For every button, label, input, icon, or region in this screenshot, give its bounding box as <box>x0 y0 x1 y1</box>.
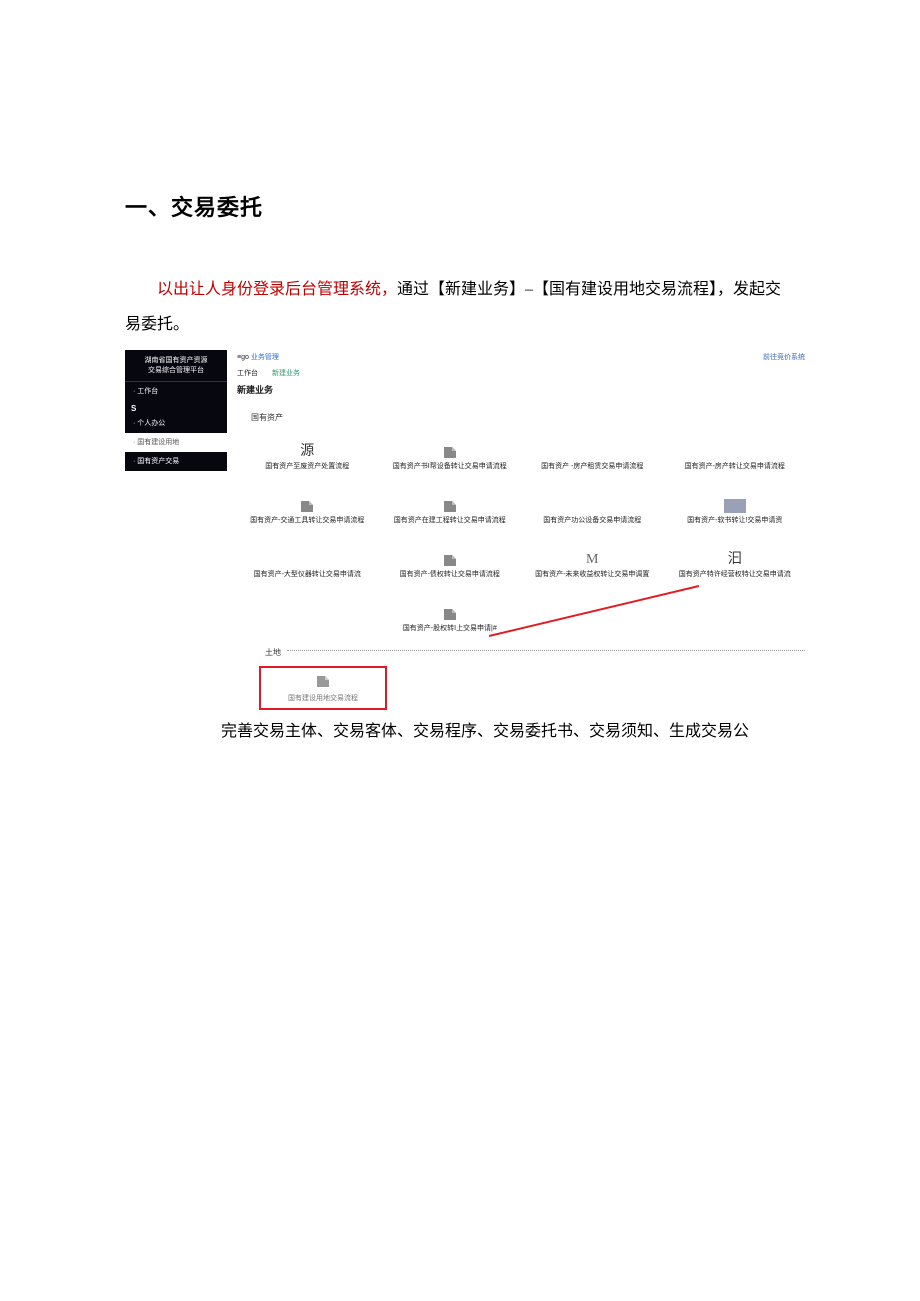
file-icon <box>442 553 458 567</box>
breadcrumb-workbench[interactable]: 工作台 <box>237 370 258 377</box>
sidebar-item-workbench[interactable]: · 工作台 <box>125 382 227 401</box>
screenshot: 湖南省国有资产资源 交易综合管理平台 · 工作台 S · 个人办公 · 国有建设… <box>125 350 805 710</box>
glyph-icon: 源 <box>300 445 314 459</box>
tile-instrument-transfer[interactable]: 国有资产-大型仪器转让交易申请流 <box>239 539 376 579</box>
file-icon <box>299 553 315 567</box>
tile-construction-transfer[interactable]: 国有资产在建工程转让交易申请流程 <box>382 485 519 525</box>
category-land-label: 土地 <box>265 647 287 658</box>
tile-waste-disposal[interactable]: 源 国有资产至废资产处置流程 <box>239 431 376 471</box>
category-state-assets: 国有资产 <box>237 406 805 431</box>
sidebar-item-personal[interactable]: · 个人办公 <box>125 414 227 433</box>
tile-grid: 源 国有资产至废资产处置流程 国有资产书I帮设备转让交易申请流程 国有资产 -房… <box>237 431 805 643</box>
breadcrumb: 工作台 新建业务 <box>237 366 805 381</box>
file-icon <box>442 445 458 459</box>
tile-debt-transfer[interactable]: 国有资产-债权转让交易申请流程 <box>382 539 519 579</box>
file-icon <box>315 674 331 690</box>
tile-empty <box>524 593 661 633</box>
tile-office-equipment[interactable]: 国有资产功公设备交易申请流程 <box>524 485 661 525</box>
block-icon <box>724 499 746 513</box>
file-icon <box>442 499 458 513</box>
after-paragraph: 完善交易主体、交易客体、交易程序、交易委托书、交易须知、生成交易公 <box>125 710 795 749</box>
intro-paragraph: 以出让人身份登录后台管理系统，通过【新建业务】–【国有建设用地交易流程】，发起交… <box>125 272 795 342</box>
para-seg1: 以出让人身份登录后 <box>157 281 301 298</box>
tile-equipment-transfer[interactable]: 国有资产书I帮设备转让交易申请流程 <box>382 431 519 471</box>
sidebar-letter-s: S <box>125 401 227 414</box>
glyph-icon: 汩 <box>728 553 742 567</box>
tile-software-transfer[interactable]: 国有资产-软书转让!交易申请资 <box>667 485 804 525</box>
category-land-row: 土地 <box>237 643 805 658</box>
tile-franchise-transfer[interactable]: 汩 国有资产特许经营权特让交易申请流 <box>667 539 804 579</box>
tile-future-earnings[interactable]: M 国有资产-未来收益权转让交易申调置 <box>524 539 661 579</box>
tile-empty <box>239 593 376 633</box>
file-icon <box>442 607 458 621</box>
tile-property-transfer[interactable]: 国有资产-房产转让交易申请流程 <box>667 431 804 471</box>
top-left-label: ≡go 业务管理 <box>237 352 279 362</box>
tile-property-lease[interactable]: 国有资产 -房产租赁交易申请流程 <box>524 431 661 471</box>
sidebar-app-title: 湖南省国有资产资源 交易综合管理平台 <box>125 350 227 381</box>
para-seg2: 台管理系统， <box>301 281 397 298</box>
sidebar-item-asset-txn[interactable]: · 国有资产交易 <box>125 452 227 471</box>
tile-equity-transfer[interactable]: 国有资产-股权转I上交易申请|# <box>382 593 519 633</box>
breadcrumb-newbiz[interactable]: 新建业务 <box>272 370 300 377</box>
screenshot-sidebar: 湖南省国有资产资源 交易综合管理平台 · 工作台 S · 个人办公 · 国有建设… <box>125 350 227 710</box>
section-title: 一、交易委托 <box>125 190 795 222</box>
file-icon <box>299 499 315 513</box>
file-icon <box>584 445 600 459</box>
sidebar-item-land[interactable]: · 国有建设用地 <box>125 433 227 452</box>
tile-empty <box>667 593 804 633</box>
top-right-link[interactable]: 前往竞价系统 <box>763 352 805 362</box>
file-icon <box>584 499 600 513</box>
tile-land-transaction-highlighted[interactable]: 国有建设用地交易流程 <box>259 666 387 710</box>
screenshot-main: ≡go 业务管理 前往竞价系统 工作台 新建业务 新建业务 国有资产 源 国有资… <box>227 350 805 710</box>
page-title: 新建业务 <box>237 381 805 406</box>
file-icon <box>727 445 743 459</box>
tile-vehicle-transfer[interactable]: 国有资产-交通工具转让交易申请流程 <box>239 485 376 525</box>
glyph-icon: M <box>586 553 598 567</box>
